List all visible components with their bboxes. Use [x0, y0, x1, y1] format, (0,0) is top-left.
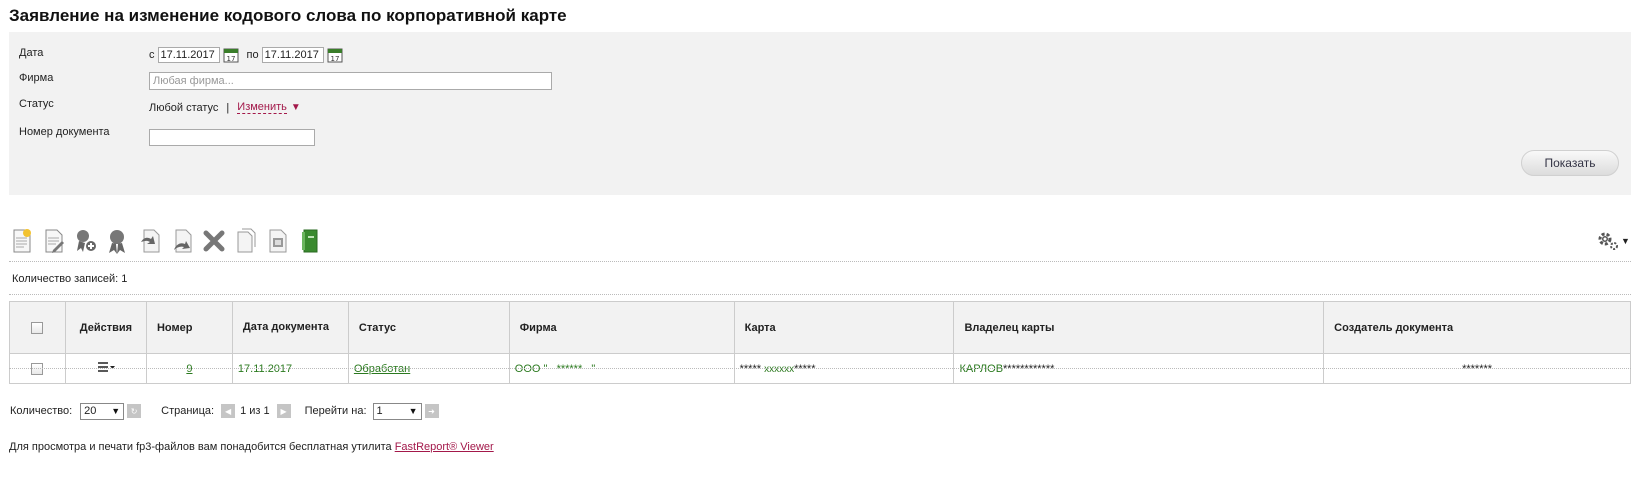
chevron-down-icon: ▼	[408, 406, 418, 416]
qty-label: Количество:	[10, 405, 73, 417]
date-label: Дата	[19, 47, 44, 59]
column-header[interactable]: Номер	[146, 301, 233, 354]
column-header[interactable]: Владелец карты	[953, 301, 1325, 354]
card-mask: хххххх	[764, 363, 795, 375]
footer-note: Для просмотра и печати fp3-файлов вам по…	[9, 441, 494, 453]
svg-text:17: 17	[330, 55, 339, 63]
column-header[interactable]: Дата документа	[232, 301, 349, 354]
select-all-cell	[9, 301, 66, 354]
goto-label: Перейти на:	[304, 405, 367, 417]
fastreport-link[interactable]: FastReport® Viewer	[395, 441, 494, 453]
qty-select[interactable]: 20 ▼	[80, 402, 125, 420]
print-icon[interactable]	[265, 227, 291, 255]
filter-panel: Дата с 17 по 17 Фирма Статус Любой стату…	[9, 32, 1631, 195]
new-document-icon[interactable]	[9, 227, 35, 255]
divider	[9, 368, 1631, 369]
menu-icon[interactable]	[97, 362, 115, 372]
show-button[interactable]: Показать	[1521, 150, 1619, 176]
withdraw-document-icon[interactable]	[169, 227, 195, 255]
send-document-icon[interactable]	[137, 227, 163, 255]
qty-value: 20	[84, 405, 97, 417]
gear-icon[interactable]	[1596, 230, 1620, 252]
chevron-down-icon: ▼	[111, 406, 121, 416]
page-info: 1 из 1	[240, 405, 270, 417]
status-label: Статус	[19, 98, 54, 110]
settings-menu[interactable]: ▼	[1596, 230, 1630, 252]
delete-icon[interactable]	[201, 227, 227, 255]
column-header[interactable]: Создатель документа	[1323, 301, 1631, 354]
date-to-prefix: по	[246, 49, 259, 61]
table-header: Действия Номер Дата документа Статус Фир…	[9, 301, 1631, 354]
goto-value: 1	[376, 405, 383, 417]
status-filter: Любой статус | Изменить ▼	[149, 101, 301, 114]
status-value: Любой статус	[149, 101, 219, 114]
caret-down-icon[interactable]: ▼	[1621, 236, 1630, 246]
goto-select[interactable]: 1 ▼	[372, 402, 422, 420]
pagination: Количество: 20 ▼ ↻ Страница: ◀ 1 из 1 ▶ …	[10, 401, 439, 421]
status-separator: |	[226, 101, 230, 114]
date-to-input[interactable]	[261, 47, 324, 63]
toolbar	[9, 227, 329, 255]
caret-down-icon[interactable]: ▼	[291, 102, 301, 113]
doc-number-label: Номер документа	[19, 126, 110, 138]
footer-text: Для просмотра и печати fp3-файлов вам по…	[9, 441, 392, 453]
scrollbar[interactable]	[1632, 0, 1647, 477]
firm-label: Фирма	[19, 72, 54, 84]
column-header[interactable]: Действия	[65, 301, 147, 354]
divider	[9, 261, 1631, 262]
page-label: Страница:	[161, 405, 215, 417]
prev-page-icon[interactable]: ◀	[221, 404, 236, 418]
page-title: Заявление на изменение кодового слова по…	[9, 6, 567, 25]
copy-icon[interactable]	[233, 227, 259, 255]
date-from-input[interactable]	[157, 47, 220, 63]
refresh-icon[interactable]: ↻	[127, 404, 142, 418]
date-range: с 17 по 17	[149, 46, 351, 64]
export-icon[interactable]	[297, 227, 323, 255]
select-all-checkbox[interactable]	[31, 321, 44, 334]
firm-input[interactable]	[149, 72, 552, 90]
column-header[interactable]: Статус	[348, 301, 510, 354]
date-from-prefix: с	[149, 49, 155, 61]
status-change-link[interactable]: Изменить	[237, 101, 287, 114]
svg-text:17: 17	[226, 55, 235, 63]
divider	[9, 294, 1631, 295]
doc-number-input[interactable]	[149, 129, 315, 146]
column-header[interactable]: Фирма	[509, 301, 735, 354]
calendar-icon[interactable]: 17	[223, 47, 239, 63]
records-count: Количество записей: 1	[12, 273, 128, 285]
calendar-icon[interactable]: 17	[327, 47, 343, 63]
column-header[interactable]: Карта	[734, 301, 955, 354]
go-arrow-icon[interactable]: ➜	[424, 404, 439, 418]
add-signature-icon[interactable]	[73, 227, 99, 255]
next-page-icon[interactable]: ▶	[276, 404, 291, 418]
documents-table: Действия Номер Дата документа Статус Фир…	[9, 301, 1631, 384]
signature-icon[interactable]	[105, 227, 131, 255]
edit-document-icon[interactable]	[41, 227, 67, 255]
